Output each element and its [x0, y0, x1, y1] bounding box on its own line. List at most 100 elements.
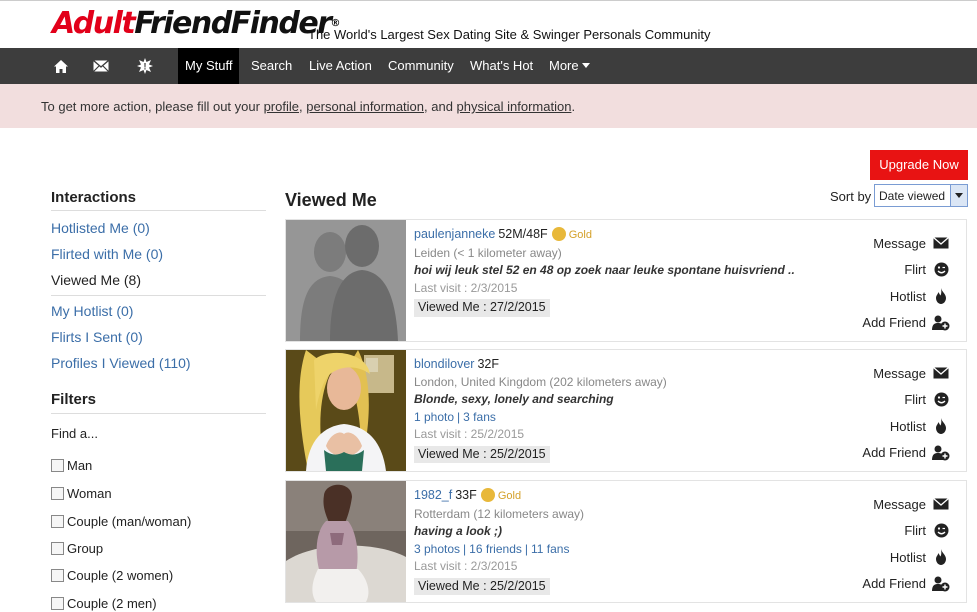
- sort-label: Sort by: [830, 189, 872, 204]
- profile-link[interactable]: profile: [264, 99, 299, 114]
- profile-headline: hoi wij leuk stel 52 en 48 op zoek naar …: [414, 263, 795, 277]
- wink-icon: [932, 392, 950, 407]
- mail-icon: [932, 237, 950, 249]
- hotlist-button[interactable]: Hotlist: [830, 283, 950, 310]
- mail-icon[interactable]: [86, 48, 116, 84]
- profile-headline: Blonde, sexy, lonely and searching: [414, 392, 614, 406]
- chevron-down-icon[interactable]: [950, 185, 967, 206]
- location: London, United Kingdom (202 kilometers a…: [414, 374, 667, 389]
- profile-photo[interactable]: [286, 350, 406, 471]
- profile-photo[interactable]: [286, 481, 406, 602]
- sidebar-item-viewed-me[interactable]: Viewed Me (8): [51, 272, 141, 288]
- last-visit: Last visit : 2/3/2015: [414, 280, 518, 295]
- checkbox[interactable]: [51, 515, 64, 528]
- filter-couple-2-women[interactable]: Couple (2 women): [51, 568, 173, 583]
- location: Leiden (< 1 kilometer away): [414, 245, 562, 260]
- nav-whats-hot[interactable]: What's Hot: [463, 48, 540, 84]
- flirt-button[interactable]: Flirt: [830, 257, 950, 284]
- checkbox[interactable]: [51, 459, 64, 472]
- site-logo[interactable]: AdultFriendFinder®: [52, 7, 340, 41]
- username-link[interactable]: paulenjanneke: [414, 227, 495, 241]
- add-friend-icon: [932, 445, 950, 461]
- nav-community[interactable]: Community: [381, 48, 461, 84]
- photos-link[interactable]: 1 photo: [414, 410, 454, 424]
- add-friend-icon: [932, 576, 950, 592]
- upgrade-button[interactable]: Upgrade Now: [870, 150, 968, 180]
- flame-icon: [932, 418, 950, 435]
- username-link[interactable]: blondilover: [414, 357, 474, 371]
- fans-link[interactable]: 11 fans: [531, 542, 569, 556]
- add-friend-button[interactable]: Add Friend: [830, 310, 950, 337]
- profile-card: paulenjanneke 52M/48F Gold Leiden (< 1 ki…: [285, 219, 967, 342]
- gold-badge: Gold: [568, 229, 592, 241]
- wink-icon: [932, 262, 950, 277]
- viewed-date: Viewed Me : 27/2/2015: [414, 299, 550, 317]
- profile-actions: Message Flirt Hotlist Add Friend: [830, 360, 950, 466]
- sidebar-item-flirted-with-me[interactable]: Flirted with Me (0): [51, 246, 163, 262]
- svg-text:!: !: [144, 62, 147, 72]
- personal-information-link[interactable]: personal information: [306, 99, 424, 114]
- profile-photo-placeholder[interactable]: [286, 220, 406, 341]
- last-visit: Last visit : 2/3/2015: [414, 559, 518, 573]
- filters-heading: Filters: [51, 391, 97, 408]
- profile-card: 1982_f 33F Gold Rotterdam (12 kilometers …: [285, 480, 967, 603]
- fans-link[interactable]: 3 fans: [463, 410, 496, 424]
- alert-text: To get more action, please fill out your: [41, 99, 264, 114]
- nav-live-action[interactable]: Live Action: [302, 48, 379, 84]
- flirt-button[interactable]: Flirt: [830, 387, 950, 414]
- gold-crown-icon: [551, 227, 566, 242]
- message-button[interactable]: Message: [830, 230, 950, 257]
- filter-woman[interactable]: Woman: [51, 486, 112, 501]
- physical-information-link[interactable]: physical information: [457, 99, 572, 114]
- site-header: AdultFriendFinder® The World's Largest S…: [0, 0, 977, 49]
- divider: [51, 413, 266, 414]
- flame-icon: [932, 288, 950, 305]
- home-icon[interactable]: [46, 48, 76, 84]
- sidebar-item-my-hotlist[interactable]: My Hotlist (0): [51, 303, 133, 319]
- demographic: 52M/48F: [498, 227, 548, 241]
- hotlist-button[interactable]: Hotlist: [830, 413, 950, 440]
- demographic: 32F: [477, 357, 500, 371]
- checkbox[interactable]: [51, 569, 64, 582]
- sort-value: Date viewed: [879, 189, 946, 203]
- add-friend-button[interactable]: Add Friend: [830, 571, 950, 598]
- alert-icon[interactable]: !: [130, 48, 160, 84]
- filter-group[interactable]: Group: [51, 541, 103, 556]
- profile-headline: having a look ;): [414, 524, 503, 538]
- sidebar-item-hotlisted-me[interactable]: Hotlisted Me (0): [51, 220, 150, 236]
- sidebar-item-profiles-viewed[interactable]: Profiles I Viewed (110): [51, 355, 191, 371]
- viewed-date: Viewed Me : 25/2/2015: [414, 577, 550, 595]
- checkbox[interactable]: [51, 542, 64, 555]
- friends-link[interactable]: 16 friends: [469, 542, 522, 556]
- filter-couple-man-woman[interactable]: Couple (man/woman): [51, 514, 191, 529]
- checkbox[interactable]: [51, 487, 64, 500]
- divider: [51, 295, 266, 296]
- page-title: Viewed Me: [285, 190, 377, 210]
- filter-man[interactable]: Man: [51, 458, 92, 473]
- message-button[interactable]: Message: [830, 360, 950, 387]
- username-link[interactable]: 1982_f: [414, 488, 452, 502]
- divider: [51, 210, 266, 211]
- last-visit: Last visit : 25/2/2015: [414, 427, 525, 441]
- main-nav: ! My Stuff Search Live Action Community …: [0, 48, 977, 84]
- gold-badge: Gold: [497, 490, 522, 502]
- viewed-date: Viewed Me : 25/2/2015: [414, 445, 550, 463]
- mail-icon: [932, 498, 950, 510]
- sidebar-item-flirts-sent[interactable]: Flirts I Sent (0): [51, 329, 143, 345]
- nav-search[interactable]: Search: [244, 48, 299, 84]
- flirt-button[interactable]: Flirt: [830, 518, 950, 545]
- gold-crown-icon: [480, 488, 495, 503]
- profile-alert: To get more action, please fill out your…: [0, 84, 977, 128]
- interactions-heading: Interactions: [51, 189, 137, 206]
- checkbox[interactable]: [51, 597, 64, 610]
- hotlist-button[interactable]: Hotlist: [830, 544, 950, 571]
- message-button[interactable]: Message: [830, 491, 950, 518]
- photos-link[interactable]: 3 photos: [414, 542, 460, 556]
- nav-more[interactable]: More: [542, 48, 597, 84]
- sort-select[interactable]: Date viewed: [874, 184, 968, 207]
- nav-my-stuff[interactable]: My Stuff: [178, 48, 240, 84]
- flame-icon: [932, 549, 950, 566]
- location: Rotterdam (12 kilometers away): [414, 506, 585, 521]
- filter-couple-2-men[interactable]: Couple (2 men): [51, 596, 157, 611]
- add-friend-button[interactable]: Add Friend: [830, 440, 950, 467]
